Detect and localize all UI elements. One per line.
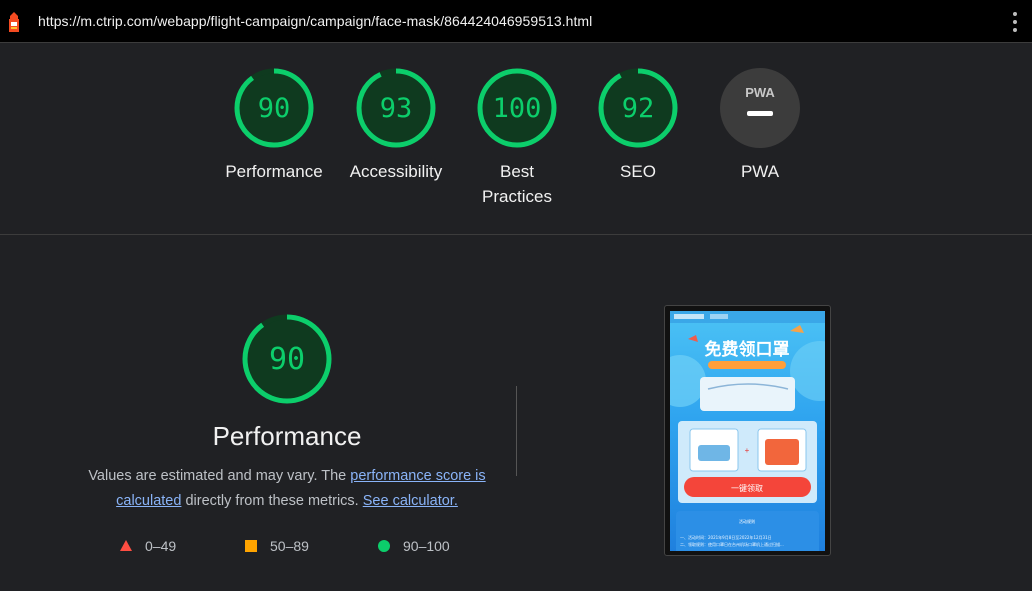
square-icon [245, 540, 257, 552]
lighthouse-logo-icon [9, 12, 19, 32]
gauge-label-line: Accessibility [349, 162, 443, 181]
gauge-label-line: Best [499, 162, 535, 181]
gauge-label-line: PWA [740, 162, 780, 181]
gauge-label-line: Performance [225, 162, 323, 181]
desc-text: directly from these metrics. [181, 493, 363, 509]
gauge-label-line: Practices [482, 187, 552, 206]
screenshot-image: 免费领口罩 + 一键领取 活动规则 一、活动时间：2021年9月8日至2022年… [670, 311, 825, 551]
gauge-label: SEO [588, 159, 688, 184]
gauge-pwa[interactable]: PWA PWA [710, 67, 810, 184]
banner-title: 免费领口罩 [705, 339, 790, 360]
more-options-icon[interactable] [1012, 12, 1018, 32]
category-gauges: 90 Performance 93 Accessibility 100 Best… [0, 43, 1032, 235]
gauge-accessibility[interactable]: 93 Accessibility [346, 67, 446, 184]
gauge-score: 92 [622, 93, 655, 124]
score-gauge-icon: 90 [234, 68, 314, 148]
rules-line: 二、领取规则：使用口罩日在台州机场口罩机上通过扫描... [680, 541, 784, 547]
pwa-badge-text: PWA [745, 85, 775, 100]
page-screenshot-thumbnail[interactable]: 免费领口罩 + 一键领取 活动规则 一、活动时间：2021年9月8日至2022年… [664, 305, 831, 556]
gauge-label-line: SEO [620, 162, 656, 181]
gauge-best-practices[interactable]: 100 Best Practices [467, 67, 567, 209]
desc-text: Values are estimated and may vary. The [88, 468, 351, 484]
circle-icon [378, 540, 390, 552]
performance-score-gauge: 90 [242, 314, 332, 404]
legend-pass: 90–100 [377, 538, 450, 554]
gauge-label: PWA [710, 159, 810, 184]
legend-average: 50–89 [244, 538, 309, 554]
gauge-score: 90 [258, 93, 291, 124]
screenshot-illustration: 免费领口罩 + 一键领取 活动规则 一、活动时间：2021年9月8日至2022年… [670, 311, 825, 551]
gauge-label: Accessibility [346, 159, 446, 184]
performance-score: 90 [269, 342, 305, 377]
svg-text:+: + [745, 446, 750, 455]
score-gauge-icon: 93 [356, 68, 436, 148]
claim-button-text: 一键领取 [731, 483, 763, 493]
url-bar: https://m.ctrip.com/webapp/flight-campai… [0, 0, 1032, 43]
legend-range: 50–89 [270, 538, 309, 554]
pwa-badge-icon: PWA [720, 68, 800, 148]
gauge-performance[interactable]: 90 Performance [224, 67, 324, 184]
vertical-divider [516, 386, 517, 476]
gauge-score: 93 [380, 93, 413, 124]
gauge-label: Best Practices [467, 159, 567, 209]
gauge-seo[interactable]: 92 SEO [588, 67, 688, 184]
performance-description: Values are estimated and may vary. The p… [80, 464, 494, 514]
rules-title: 活动规则 [739, 518, 755, 524]
legend-fail: 0–49 [119, 538, 176, 554]
performance-title: Performance [212, 421, 362, 451]
legend-range: 90–100 [403, 538, 450, 554]
rules-line: 一、活动时间：2021年9月8日至2022年12月31日 [680, 534, 772, 540]
score-gauge-icon: 92 [598, 68, 678, 148]
legend-range: 0–49 [145, 538, 177, 554]
gauge-label: Performance [224, 159, 324, 184]
see-calculator-link[interactable]: See calculator. [363, 493, 458, 509]
score-gauge-icon: 100 [477, 68, 557, 148]
gauge-score: 100 [493, 93, 542, 124]
triangle-icon [120, 540, 132, 551]
page-url[interactable]: https://m.ctrip.com/webapp/flight-campai… [38, 13, 592, 29]
